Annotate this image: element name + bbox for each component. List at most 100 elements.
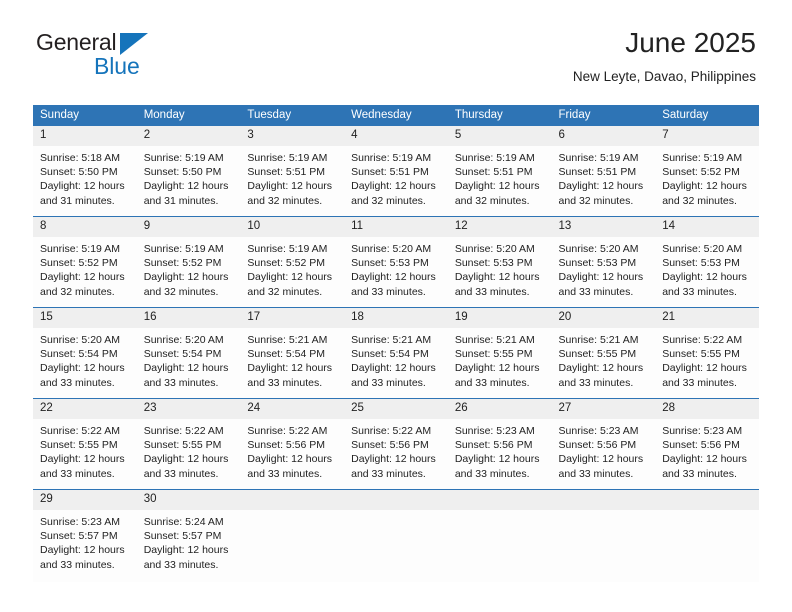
day-details: Sunrise: 5:19 AM Sunset: 5:50 PM Dayligh… [137,146,241,208]
day-cell[interactable]: 10 Sunrise: 5:19 AM Sunset: 5:52 PM Dayl… [240,216,345,308]
sunrise-text: Sunrise: 5:19 AM [40,243,120,255]
day-number: 25 [344,399,448,419]
sunset-text: Sunset: 5:55 PM [662,348,740,361]
sunrise-text: Sunrise: 5:19 AM [247,152,328,164]
day-details: Sunrise: 5:19 AM Sunset: 5:51 PM Dayligh… [344,146,448,208]
day-cell[interactable]: 7 Sunrise: 5:19 AM Sunset: 5:52 PM Dayli… [655,125,759,217]
day-cell[interactable]: 9 Sunrise: 5:19 AM Sunset: 5:52 PM Dayli… [136,216,241,308]
sunset-text: Sunset: 5:51 PM [454,166,533,179]
day-cell[interactable]: 24 Sunrise: 5:22 AM Sunset: 5:56 PM Dayl… [240,398,345,490]
day-cell[interactable]: 23 Sunrise: 5:22 AM Sunset: 5:55 PM Dayl… [136,398,241,490]
day-cell[interactable]: 11 Sunrise: 5:20 AM Sunset: 5:53 PM Dayl… [344,216,448,308]
day-cell[interactable]: 28 Sunrise: 5:23 AM Sunset: 5:56 PM Dayl… [655,398,759,490]
daylight-text-line2: and 32 minutes. [143,285,219,298]
sunrise-text: Sunrise: 5:21 AM [454,334,535,346]
day-number: 6 [551,126,656,146]
daylight-text-line2: and 32 minutes. [351,194,426,207]
daylight-text-line1: Daylight: 12 hours [247,362,333,375]
day-cell[interactable]: 29 Sunrise: 5:23 AM Sunset: 5:57 PM Dayl… [33,489,137,582]
day-cell[interactable]: 25 Sunrise: 5:22 AM Sunset: 5:56 PM Dayl… [344,398,448,490]
calendar-container: Sunday Monday Tuesday Wednesday Thursday… [33,105,759,582]
day-cell[interactable]: 12 Sunrise: 5:20 AM Sunset: 5:53 PM Dayl… [447,216,552,308]
day-details: Sunrise: 5:21 AM Sunset: 5:54 PM Dayligh… [240,328,344,390]
logo-text-blue: Blue [94,53,140,79]
daylight-text-line2: and 32 minutes. [40,285,115,298]
calendar-week-row: 22 Sunrise: 5:22 AM Sunset: 5:55 PM Dayl… [33,398,759,490]
day-cell[interactable]: 1 Sunrise: 5:18 AM Sunset: 5:50 PM Dayli… [33,125,137,217]
day-details: Sunrise: 5:21 AM Sunset: 5:55 PM Dayligh… [552,328,656,390]
calendar-week-row: 8 Sunrise: 5:19 AM Sunset: 5:52 PM Dayli… [33,216,759,308]
day-details: Sunrise: 5:19 AM Sunset: 5:52 PM Dayligh… [655,146,759,208]
sunset-text: Sunset: 5:54 PM [351,348,429,361]
day-details: Sunrise: 5:19 AM Sunset: 5:51 PM Dayligh… [240,146,344,208]
day-cell[interactable]: 14 Sunrise: 5:20 AM Sunset: 5:53 PM Dayl… [655,216,759,308]
weekday-header-monday: Monday [136,105,241,126]
sunset-text: Sunset: 5:55 PM [454,348,533,361]
sunrise-text: Sunrise: 5:23 AM [558,425,639,437]
day-cell[interactable]: 6 Sunrise: 5:19 AM Sunset: 5:51 PM Dayli… [551,125,656,217]
day-number: 14 [655,217,759,237]
daylight-text-line2: and 33 minutes. [143,467,219,480]
daylight-text-line1: Daylight: 12 hours [351,362,436,375]
day-cell[interactable]: 2 Sunrise: 5:19 AM Sunset: 5:50 PM Dayli… [136,125,241,217]
sunrise-text: Sunrise: 5:21 AM [247,334,328,346]
daylight-text-line1: Daylight: 12 hours [454,180,540,193]
day-cell[interactable]: 20 Sunrise: 5:21 AM Sunset: 5:55 PM Dayl… [551,307,656,399]
sunrise-text: Sunrise: 5:20 AM [351,243,432,255]
sunrise-text: Sunrise: 5:22 AM [351,425,432,437]
day-cell[interactable]: 22 Sunrise: 5:22 AM Sunset: 5:55 PM Dayl… [33,398,137,490]
logo-triangle-icon [120,33,148,55]
day-cell[interactable]: 4 Sunrise: 5:19 AM Sunset: 5:51 PM Dayli… [344,125,448,217]
day-details: Sunrise: 5:19 AM Sunset: 5:52 PM Dayligh… [137,237,241,299]
sunset-text: Sunset: 5:53 PM [662,257,740,270]
day-details: Sunrise: 5:20 AM Sunset: 5:54 PM Dayligh… [137,328,241,390]
sunset-text: Sunset: 5:51 PM [558,166,637,179]
daylight-text-line1: Daylight: 12 hours [143,362,229,375]
day-cell[interactable]: 21 Sunrise: 5:22 AM Sunset: 5:55 PM Dayl… [655,307,759,399]
day-details: Sunrise: 5:23 AM Sunset: 5:56 PM Dayligh… [552,419,656,481]
sunrise-text: Sunrise: 5:22 AM [40,425,120,437]
day-cell[interactable]: 30 Sunrise: 5:24 AM Sunset: 5:57 PM Dayl… [136,489,241,582]
day-cell[interactable]: 15 Sunrise: 5:20 AM Sunset: 5:54 PM Dayl… [33,307,137,399]
daylight-text-line1: Daylight: 12 hours [40,180,125,193]
daylight-text-line1: Daylight: 12 hours [40,453,125,466]
day-cell[interactable]: 27 Sunrise: 5:23 AM Sunset: 5:56 PM Dayl… [551,398,656,490]
daylight-text-line2: and 33 minutes. [454,467,530,480]
day-details: Sunrise: 5:20 AM Sunset: 5:54 PM Dayligh… [33,328,137,390]
day-cell[interactable]: 5 Sunrise: 5:19 AM Sunset: 5:51 PM Dayli… [447,125,552,217]
day-cell[interactable]: 18 Sunrise: 5:21 AM Sunset: 5:54 PM Dayl… [344,307,448,399]
daylight-text-line1: Daylight: 12 hours [558,180,644,193]
daylight-text-line2: and 33 minutes. [558,376,634,389]
sunrise-text: Sunrise: 5:19 AM [143,243,224,255]
day-details: Sunrise: 5:19 AM Sunset: 5:51 PM Dayligh… [448,146,552,208]
daylight-text-line2: and 32 minutes. [558,194,634,207]
day-cell[interactable]: 19 Sunrise: 5:21 AM Sunset: 5:55 PM Dayl… [447,307,552,399]
day-cell[interactable]: 8 Sunrise: 5:19 AM Sunset: 5:52 PM Dayli… [33,216,137,308]
daylight-text-line2: and 31 minutes. [143,194,219,207]
daylight-text-line1: Daylight: 12 hours [143,453,229,466]
sunrise-text: Sunrise: 5:21 AM [351,334,432,346]
day-details: Sunrise: 5:19 AM Sunset: 5:51 PM Dayligh… [552,146,656,208]
day-cell[interactable]: 26 Sunrise: 5:23 AM Sunset: 5:56 PM Dayl… [447,398,552,490]
sunset-text: Sunset: 5:51 PM [351,166,429,179]
day-details: Sunrise: 5:18 AM Sunset: 5:50 PM Dayligh… [33,146,137,208]
day-details: Sunrise: 5:21 AM Sunset: 5:55 PM Dayligh… [448,328,552,390]
day-details: Sunrise: 5:22 AM Sunset: 5:55 PM Dayligh… [655,328,759,390]
sunrise-text: Sunrise: 5:19 AM [558,152,639,164]
day-cell[interactable]: 16 Sunrise: 5:20 AM Sunset: 5:54 PM Dayl… [136,307,241,399]
day-cell-empty [447,489,552,582]
sunrise-text: Sunrise: 5:19 AM [247,243,328,255]
day-cell[interactable]: 3 Sunrise: 5:19 AM Sunset: 5:51 PM Dayli… [240,125,345,217]
sunset-text: Sunset: 5:56 PM [247,439,326,452]
day-number [551,490,656,510]
day-details: Sunrise: 5:22 AM Sunset: 5:55 PM Dayligh… [33,419,137,481]
day-number: 22 [33,399,137,419]
day-cell[interactable]: 17 Sunrise: 5:21 AM Sunset: 5:54 PM Dayl… [240,307,345,399]
sunset-text: Sunset: 5:55 PM [143,439,222,452]
sunrise-text: Sunrise: 5:21 AM [558,334,639,346]
sunrise-text: Sunrise: 5:23 AM [662,425,743,437]
daylight-text-line1: Daylight: 12 hours [40,362,125,375]
day-number: 26 [447,399,552,419]
day-cell[interactable]: 13 Sunrise: 5:20 AM Sunset: 5:53 PM Dayl… [551,216,656,308]
daylight-text-line2: and 33 minutes. [351,467,426,480]
